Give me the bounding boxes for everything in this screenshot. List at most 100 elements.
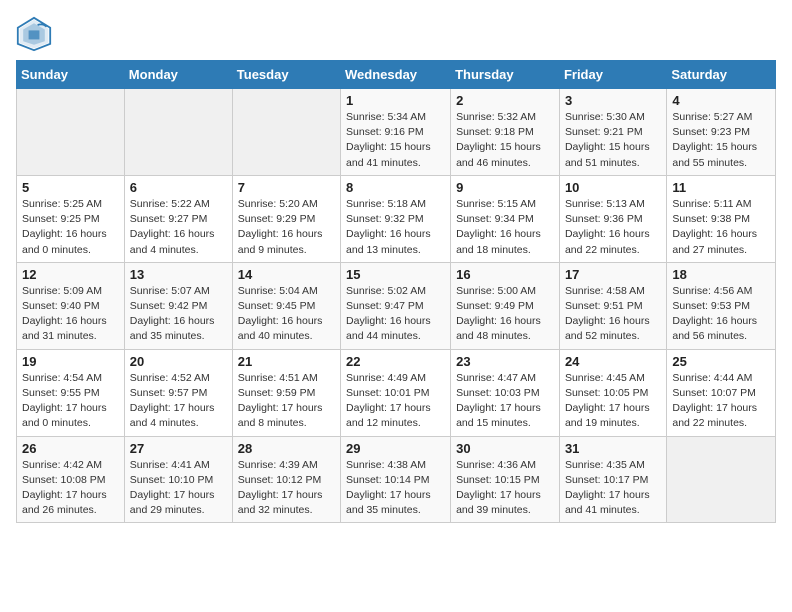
week-row-1: 1 Sunrise: 5:34 AM Sunset: 9:16 PM Daylig… [17, 89, 776, 176]
day-info: Sunrise: 5:32 AM Sunset: 9:18 PM Dayligh… [456, 110, 554, 171]
calendar-cell: 24Sunrise: 4:45 AM Sunset: 10:05 PM Dayl… [559, 349, 666, 436]
day-info: Sunrise: 5:18 AM Sunset: 9:32 PM Dayligh… [346, 197, 445, 258]
day-number: 12 [22, 267, 119, 282]
day-info: Sunrise: 5:22 AM Sunset: 9:27 PM Dayligh… [130, 197, 227, 258]
calendar-cell [17, 89, 125, 176]
day-info: Sunrise: 4:41 AM Sunset: 10:10 PM Daylig… [130, 458, 227, 519]
calendar-cell [124, 89, 232, 176]
header-day-thursday: Thursday [451, 61, 560, 89]
day-number: 1 [346, 93, 445, 108]
day-info: Sunrise: 5:00 AM Sunset: 9:49 PM Dayligh… [456, 284, 554, 345]
logo-icon [16, 16, 52, 52]
day-info: Sunrise: 5:34 AM Sunset: 9:16 PM Dayligh… [346, 110, 445, 171]
day-number: 6 [130, 180, 227, 195]
day-number: 14 [238, 267, 335, 282]
calendar-cell: 4 Sunrise: 5:27 AM Sunset: 9:23 PM Daylig… [667, 89, 776, 176]
day-info: Sunrise: 5:15 AM Sunset: 9:34 PM Dayligh… [456, 197, 554, 258]
day-info: Sunrise: 4:42 AM Sunset: 10:08 PM Daylig… [22, 458, 119, 519]
day-number: 10 [565, 180, 661, 195]
day-info: Sunrise: 5:27 AM Sunset: 9:23 PM Dayligh… [672, 110, 770, 171]
calendar-cell: 2 Sunrise: 5:32 AM Sunset: 9:18 PM Daylig… [451, 89, 560, 176]
day-info: Sunrise: 5:20 AM Sunset: 9:29 PM Dayligh… [238, 197, 335, 258]
calendar-cell: 23 Sunrise: 4:47 AM Sunset: 10:03 PM Dayl… [451, 349, 560, 436]
day-info: Sunrise: 5:04 AM Sunset: 9:45 PM Dayligh… [238, 284, 335, 345]
day-number: 15 [346, 267, 445, 282]
calendar-cell: 17Sunrise: 4:58 AM Sunset: 9:51 PM Dayli… [559, 262, 666, 349]
day-info: Sunrise: 5:09 AM Sunset: 9:40 PM Dayligh… [22, 284, 119, 345]
calendar-cell: 13Sunrise: 5:07 AM Sunset: 9:42 PM Dayli… [124, 262, 232, 349]
header-row: SundayMondayTuesdayWednesdayThursdayFrid… [17, 61, 776, 89]
day-info: Sunrise: 4:52 AM Sunset: 9:57 PM Dayligh… [130, 371, 227, 432]
day-info: Sunrise: 5:30 AM Sunset: 9:21 PM Dayligh… [565, 110, 661, 171]
day-info: Sunrise: 5:25 AM Sunset: 9:25 PM Dayligh… [22, 197, 119, 258]
calendar-cell: 30Sunrise: 4:36 AM Sunset: 10:15 PM Dayl… [451, 436, 560, 523]
calendar-cell: 21 Sunrise: 4:51 AM Sunset: 9:59 PM Dayli… [232, 349, 340, 436]
day-info: Sunrise: 4:47 AM Sunset: 10:03 PM Daylig… [456, 371, 554, 432]
calendar-cell: 5Sunrise: 5:25 AM Sunset: 9:25 PM Daylig… [17, 175, 125, 262]
day-number: 2 [456, 93, 554, 108]
day-info: Sunrise: 4:39 AM Sunset: 10:12 PM Daylig… [238, 458, 335, 519]
calendar-cell [667, 436, 776, 523]
day-info: Sunrise: 5:02 AM Sunset: 9:47 PM Dayligh… [346, 284, 445, 345]
week-row-5: 26 Sunrise: 4:42 AM Sunset: 10:08 PM Dayl… [17, 436, 776, 523]
calendar-cell: 16 Sunrise: 5:00 AM Sunset: 9:49 PM Dayli… [451, 262, 560, 349]
calendar-cell: 10 Sunrise: 5:13 AM Sunset: 9:36 PM Dayli… [559, 175, 666, 262]
calendar-cell: 8 Sunrise: 5:18 AM Sunset: 9:32 PM Daylig… [341, 175, 451, 262]
day-info: Sunrise: 4:54 AM Sunset: 9:55 PM Dayligh… [22, 371, 119, 432]
day-number: 16 [456, 267, 554, 282]
day-number: 28 [238, 441, 335, 456]
day-info: Sunrise: 4:56 AM Sunset: 9:53 PM Dayligh… [672, 284, 770, 345]
week-row-2: 5Sunrise: 5:25 AM Sunset: 9:25 PM Daylig… [17, 175, 776, 262]
header-day-tuesday: Tuesday [232, 61, 340, 89]
calendar-table: SundayMondayTuesdayWednesdayThursdayFrid… [16, 60, 776, 523]
day-number: 20 [130, 354, 227, 369]
header-day-sunday: Sunday [17, 61, 125, 89]
calendar-cell: 12 Sunrise: 5:09 AM Sunset: 9:40 PM Dayli… [17, 262, 125, 349]
day-number: 22 [346, 354, 445, 369]
day-number: 11 [672, 180, 770, 195]
calendar-cell: 27Sunrise: 4:41 AM Sunset: 10:10 PM Dayl… [124, 436, 232, 523]
day-number: 3 [565, 93, 661, 108]
day-info: Sunrise: 4:58 AM Sunset: 9:51 PM Dayligh… [565, 284, 661, 345]
header-day-friday: Friday [559, 61, 666, 89]
day-info: Sunrise: 4:38 AM Sunset: 10:14 PM Daylig… [346, 458, 445, 519]
calendar-cell: 28 Sunrise: 4:39 AM Sunset: 10:12 PM Dayl… [232, 436, 340, 523]
calendar-cell: 6 Sunrise: 5:22 AM Sunset: 9:27 PM Daylig… [124, 175, 232, 262]
calendar-cell: 14 Sunrise: 5:04 AM Sunset: 9:45 PM Dayli… [232, 262, 340, 349]
calendar-cell: 26 Sunrise: 4:42 AM Sunset: 10:08 PM Dayl… [17, 436, 125, 523]
day-info: Sunrise: 4:51 AM Sunset: 9:59 PM Dayligh… [238, 371, 335, 432]
day-info: Sunrise: 5:13 AM Sunset: 9:36 PM Dayligh… [565, 197, 661, 258]
day-number: 8 [346, 180, 445, 195]
calendar-cell: 1 Sunrise: 5:34 AM Sunset: 9:16 PM Daylig… [341, 89, 451, 176]
day-info: Sunrise: 4:45 AM Sunset: 10:05 PM Daylig… [565, 371, 661, 432]
calendar-cell: 7Sunrise: 5:20 AM Sunset: 9:29 PM Daylig… [232, 175, 340, 262]
day-number: 21 [238, 354, 335, 369]
day-number: 29 [346, 441, 445, 456]
calendar-cell: 25Sunrise: 4:44 AM Sunset: 10:07 PM Dayl… [667, 349, 776, 436]
day-number: 26 [22, 441, 119, 456]
calendar-cell: 18 Sunrise: 4:56 AM Sunset: 9:53 PM Dayli… [667, 262, 776, 349]
day-number: 4 [672, 93, 770, 108]
day-info: Sunrise: 4:35 AM Sunset: 10:17 PM Daylig… [565, 458, 661, 519]
calendar-cell: 22Sunrise: 4:49 AM Sunset: 10:01 PM Dayl… [341, 349, 451, 436]
week-row-4: 19 Sunrise: 4:54 AM Sunset: 9:55 PM Dayli… [17, 349, 776, 436]
header-day-monday: Monday [124, 61, 232, 89]
page-header [16, 16, 776, 52]
calendar-cell [232, 89, 340, 176]
day-info: Sunrise: 4:44 AM Sunset: 10:07 PM Daylig… [672, 371, 770, 432]
calendar-cell: 19 Sunrise: 4:54 AM Sunset: 9:55 PM Dayli… [17, 349, 125, 436]
week-row-3: 12 Sunrise: 5:09 AM Sunset: 9:40 PM Dayli… [17, 262, 776, 349]
day-number: 30 [456, 441, 554, 456]
calendar-cell: 11Sunrise: 5:11 AM Sunset: 9:38 PM Dayli… [667, 175, 776, 262]
calendar-cell: 9Sunrise: 5:15 AM Sunset: 9:34 PM Daylig… [451, 175, 560, 262]
day-number: 19 [22, 354, 119, 369]
calendar-cell: 29 Sunrise: 4:38 AM Sunset: 10:14 PM Dayl… [341, 436, 451, 523]
calendar-cell: 20 Sunrise: 4:52 AM Sunset: 9:57 PM Dayli… [124, 349, 232, 436]
day-number: 18 [672, 267, 770, 282]
header-day-saturday: Saturday [667, 61, 776, 89]
calendar-cell: 15 Sunrise: 5:02 AM Sunset: 9:47 PM Dayli… [341, 262, 451, 349]
calendar-cell: 31Sunrise: 4:35 AM Sunset: 10:17 PM Dayl… [559, 436, 666, 523]
calendar-cell: 3 Sunrise: 5:30 AM Sunset: 9:21 PM Daylig… [559, 89, 666, 176]
header-day-wednesday: Wednesday [341, 61, 451, 89]
day-number: 23 [456, 354, 554, 369]
